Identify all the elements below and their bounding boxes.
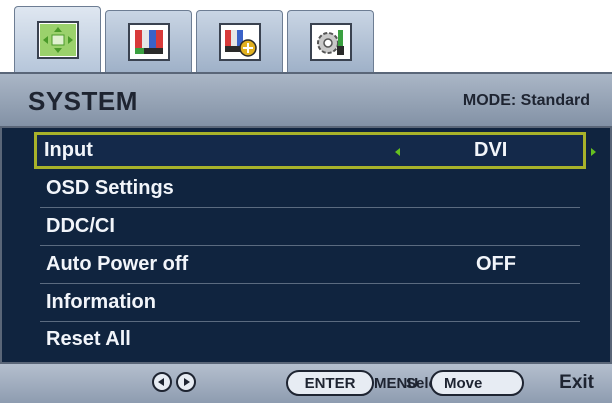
move-right-icon[interactable]	[176, 372, 196, 392]
enter-button[interactable]: ENTER	[286, 370, 374, 396]
menu-list: Input DVI OSD Settings DDC/CI Auto Power…	[0, 128, 612, 362]
move-left-icon[interactable]	[152, 372, 172, 392]
menu-item-label: OSD Settings	[46, 177, 174, 199]
menu-item-value: DVI	[474, 139, 508, 161]
menu-item-label: Information	[46, 291, 156, 313]
arrow-left-icon[interactable]	[395, 148, 400, 156]
menu-item-label: Reset All	[46, 328, 131, 350]
arrow-right-icon[interactable]	[591, 148, 596, 156]
tab-picture-advanced[interactable]	[196, 10, 283, 72]
menu-item-value: OFF	[476, 253, 516, 275]
menu-item-ddc-ci[interactable]: DDC/CI	[40, 209, 580, 246]
tab-color[interactable]	[105, 10, 192, 72]
menu-item-label: DDC/CI	[46, 215, 115, 237]
menu-item-input[interactable]: Input DVI	[34, 132, 596, 169]
page-title: SYSTEM	[28, 86, 138, 116]
menu-item-osd-settings[interactable]: OSD Settings	[40, 171, 580, 208]
exit-button[interactable]: Exit	[559, 372, 594, 394]
move-hint-label: Move	[444, 374, 483, 392]
tab-picture[interactable]	[14, 6, 101, 72]
menu-item-label: Auto Power off	[46, 253, 189, 275]
menu-item-label: Input	[44, 139, 93, 161]
osd-menu: SYSTEM MODE: Standard Input DVI OSD Sett…	[0, 0, 612, 403]
tab-system[interactable]	[287, 10, 374, 72]
footer-bar: ENTER MENU Select Move Exit	[0, 362, 612, 403]
mode-indicator: MODE: Standard	[462, 92, 590, 109]
system-tools-icon	[309, 22, 352, 61]
picture-icon	[36, 20, 79, 59]
color-bars-icon	[127, 22, 170, 61]
menu-item-reset-all[interactable]: Reset All	[40, 322, 580, 359]
tab-strip	[14, 6, 374, 72]
move-button[interactable]: Move	[430, 370, 524, 396]
menu-item-auto-power-off[interactable]: Auto Power off OFF	[40, 247, 580, 284]
picture-advanced-icon	[218, 22, 261, 61]
menu-item-information[interactable]: Information	[40, 285, 580, 322]
header-bar: SYSTEM MODE: Standard	[0, 72, 612, 128]
